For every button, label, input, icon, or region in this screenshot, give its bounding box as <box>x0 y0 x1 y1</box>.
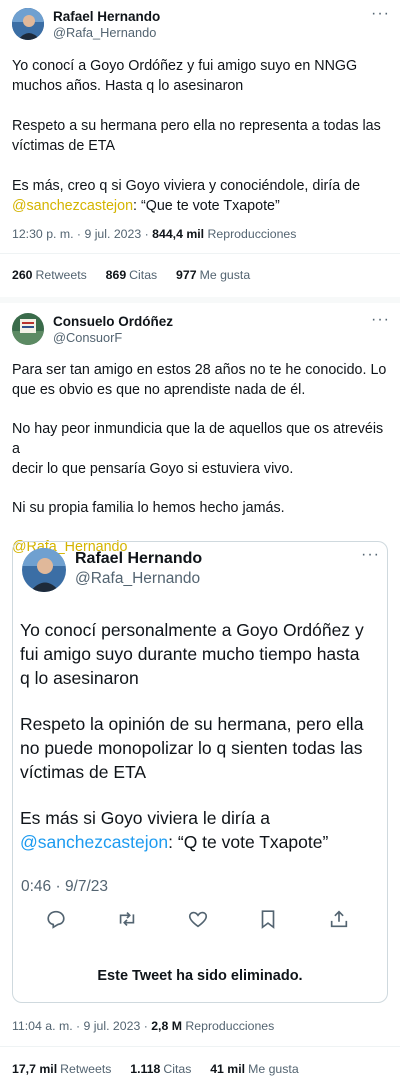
retweet-icon[interactable] <box>116 908 138 930</box>
text-line: : “Q te vote Txapote” <box>168 832 329 852</box>
retweets-stat[interactable]: 17,7 mil Retweets <box>12 1062 111 1076</box>
more-icon[interactable]: ··· <box>371 5 390 23</box>
tweet-meta: 11:04 a. m. · 9 jul. 2023 · 2,8 M Reprod… <box>12 1019 274 1033</box>
more-icon[interactable]: ··· <box>361 546 380 564</box>
text-line: decir lo que pensaría Goyo si estuviera … <box>12 461 294 477</box>
text-line: Yo conocí a Goyo Ordóñez y fui amigo suy… <box>12 58 358 74</box>
text-line: Respeto la opinión de su hermana, pero e… <box>20 714 364 734</box>
timestamp[interactable]: 12:30 p. m. · 9 jul. 2023 · <box>12 227 149 241</box>
text-line: no puede monopolizar lo q sienten todas … <box>20 738 363 758</box>
deleted-notice: Este Tweet ha sido eliminado. <box>97 968 303 984</box>
tweet-text: Para ser tan amigo en estos 28 años no t… <box>12 360 392 557</box>
like-icon[interactable] <box>187 908 209 930</box>
text-line: víctimas de ETA <box>20 762 147 782</box>
view-count: 844,4 mil <box>152 227 205 241</box>
text-line: víctimas de ETA <box>12 138 116 154</box>
bookmark-icon[interactable] <box>257 908 279 930</box>
tweet-stats: 17,7 mil Retweets 1.118 Citas 41 mil Me gus… <box>12 1062 299 1076</box>
reply-icon[interactable] <box>45 908 67 930</box>
text-line: q lo asesinaron <box>20 668 139 688</box>
text-line: que es obvio es que no aprendiste nada d… <box>12 382 306 398</box>
view-count: 2,8 M <box>151 1019 182 1033</box>
text-line: fui amigo suyo durante mucho tiempo hast… <box>20 644 360 664</box>
tweet-stats: 260 Retweets 869 Citas 977 Me gusta <box>12 268 250 282</box>
text-line: Yo conocí personalmente a Goyo Ordóñez y <box>20 620 364 640</box>
avatar-image <box>12 313 44 345</box>
text-line: Ni su propia familia lo hemos hecho jamá… <box>12 500 285 516</box>
avatar[interactable] <box>22 548 66 592</box>
handle[interactable]: @Rafa_Hernando <box>75 570 200 588</box>
tweet-meta: 12:30 p. m. · 9 jul. 2023 · 844,4 mil Re… <box>12 227 296 241</box>
mention-link[interactable]: @sanchezcastejon <box>12 198 133 214</box>
quotes-stat[interactable]: 1.118 Citas <box>130 1062 191 1076</box>
share-icon[interactable] <box>328 908 350 930</box>
display-name[interactable]: Rafael Hernando <box>75 550 202 568</box>
avatar[interactable] <box>12 8 44 40</box>
likes-stat[interactable]: 977 Me gusta <box>176 268 250 282</box>
avatar-image <box>12 8 44 40</box>
display-name[interactable]: Rafael Hernando <box>53 9 160 24</box>
view-label: Reproducciones <box>207 227 297 241</box>
text-line: Es más, creo q si Goyo viviera y conocié… <box>12 178 361 194</box>
likes-stat[interactable]: 41 mil Me gusta <box>210 1062 298 1076</box>
display-name[interactable]: Consuelo Ordóñez <box>53 314 173 329</box>
avatar-image <box>22 548 66 592</box>
timestamp[interactable]: 11:04 a. m. · 9 jul. 2023 · <box>12 1019 148 1033</box>
tweet-text: Yo conocí a Goyo Ordóñez y fui amigo suy… <box>12 56 392 216</box>
avatar[interactable] <box>12 313 44 345</box>
quoted-tweet-card[interactable]: Rafael Hernando @Rafa_Hernando ··· Yo co… <box>12 541 388 1003</box>
text-line: No hay peor inmundicia que la de aquello… <box>12 421 384 457</box>
text-line: Para ser tan amigo en estos 28 años no t… <box>12 362 387 378</box>
handle[interactable]: @ConsuorF <box>53 330 122 345</box>
handle[interactable]: @Rafa_Hernando <box>53 25 156 40</box>
more-icon[interactable]: ··· <box>371 311 390 329</box>
text-line: Es más si Goyo viviera le diría a <box>20 808 270 828</box>
quotes-stat[interactable]: 869 Citas <box>106 268 158 282</box>
view-label: Reproducciones <box>185 1019 275 1033</box>
retweets-stat[interactable]: 260 Retweets <box>12 268 87 282</box>
timestamp[interactable]: 0:46 · 9/7/23 <box>21 878 108 896</box>
text-line: : “Que te vote Txapote” <box>133 198 280 214</box>
mention-link[interactable]: @sanchezcastejon <box>20 832 168 852</box>
quoted-text: Yo conocí personalmente a Goyo Ordóñez y… <box>20 618 380 854</box>
text-line: Respeto a su hermana pero ella no repres… <box>12 118 381 134</box>
text-line: muchos años. Hasta q lo asesinaron <box>12 78 244 94</box>
